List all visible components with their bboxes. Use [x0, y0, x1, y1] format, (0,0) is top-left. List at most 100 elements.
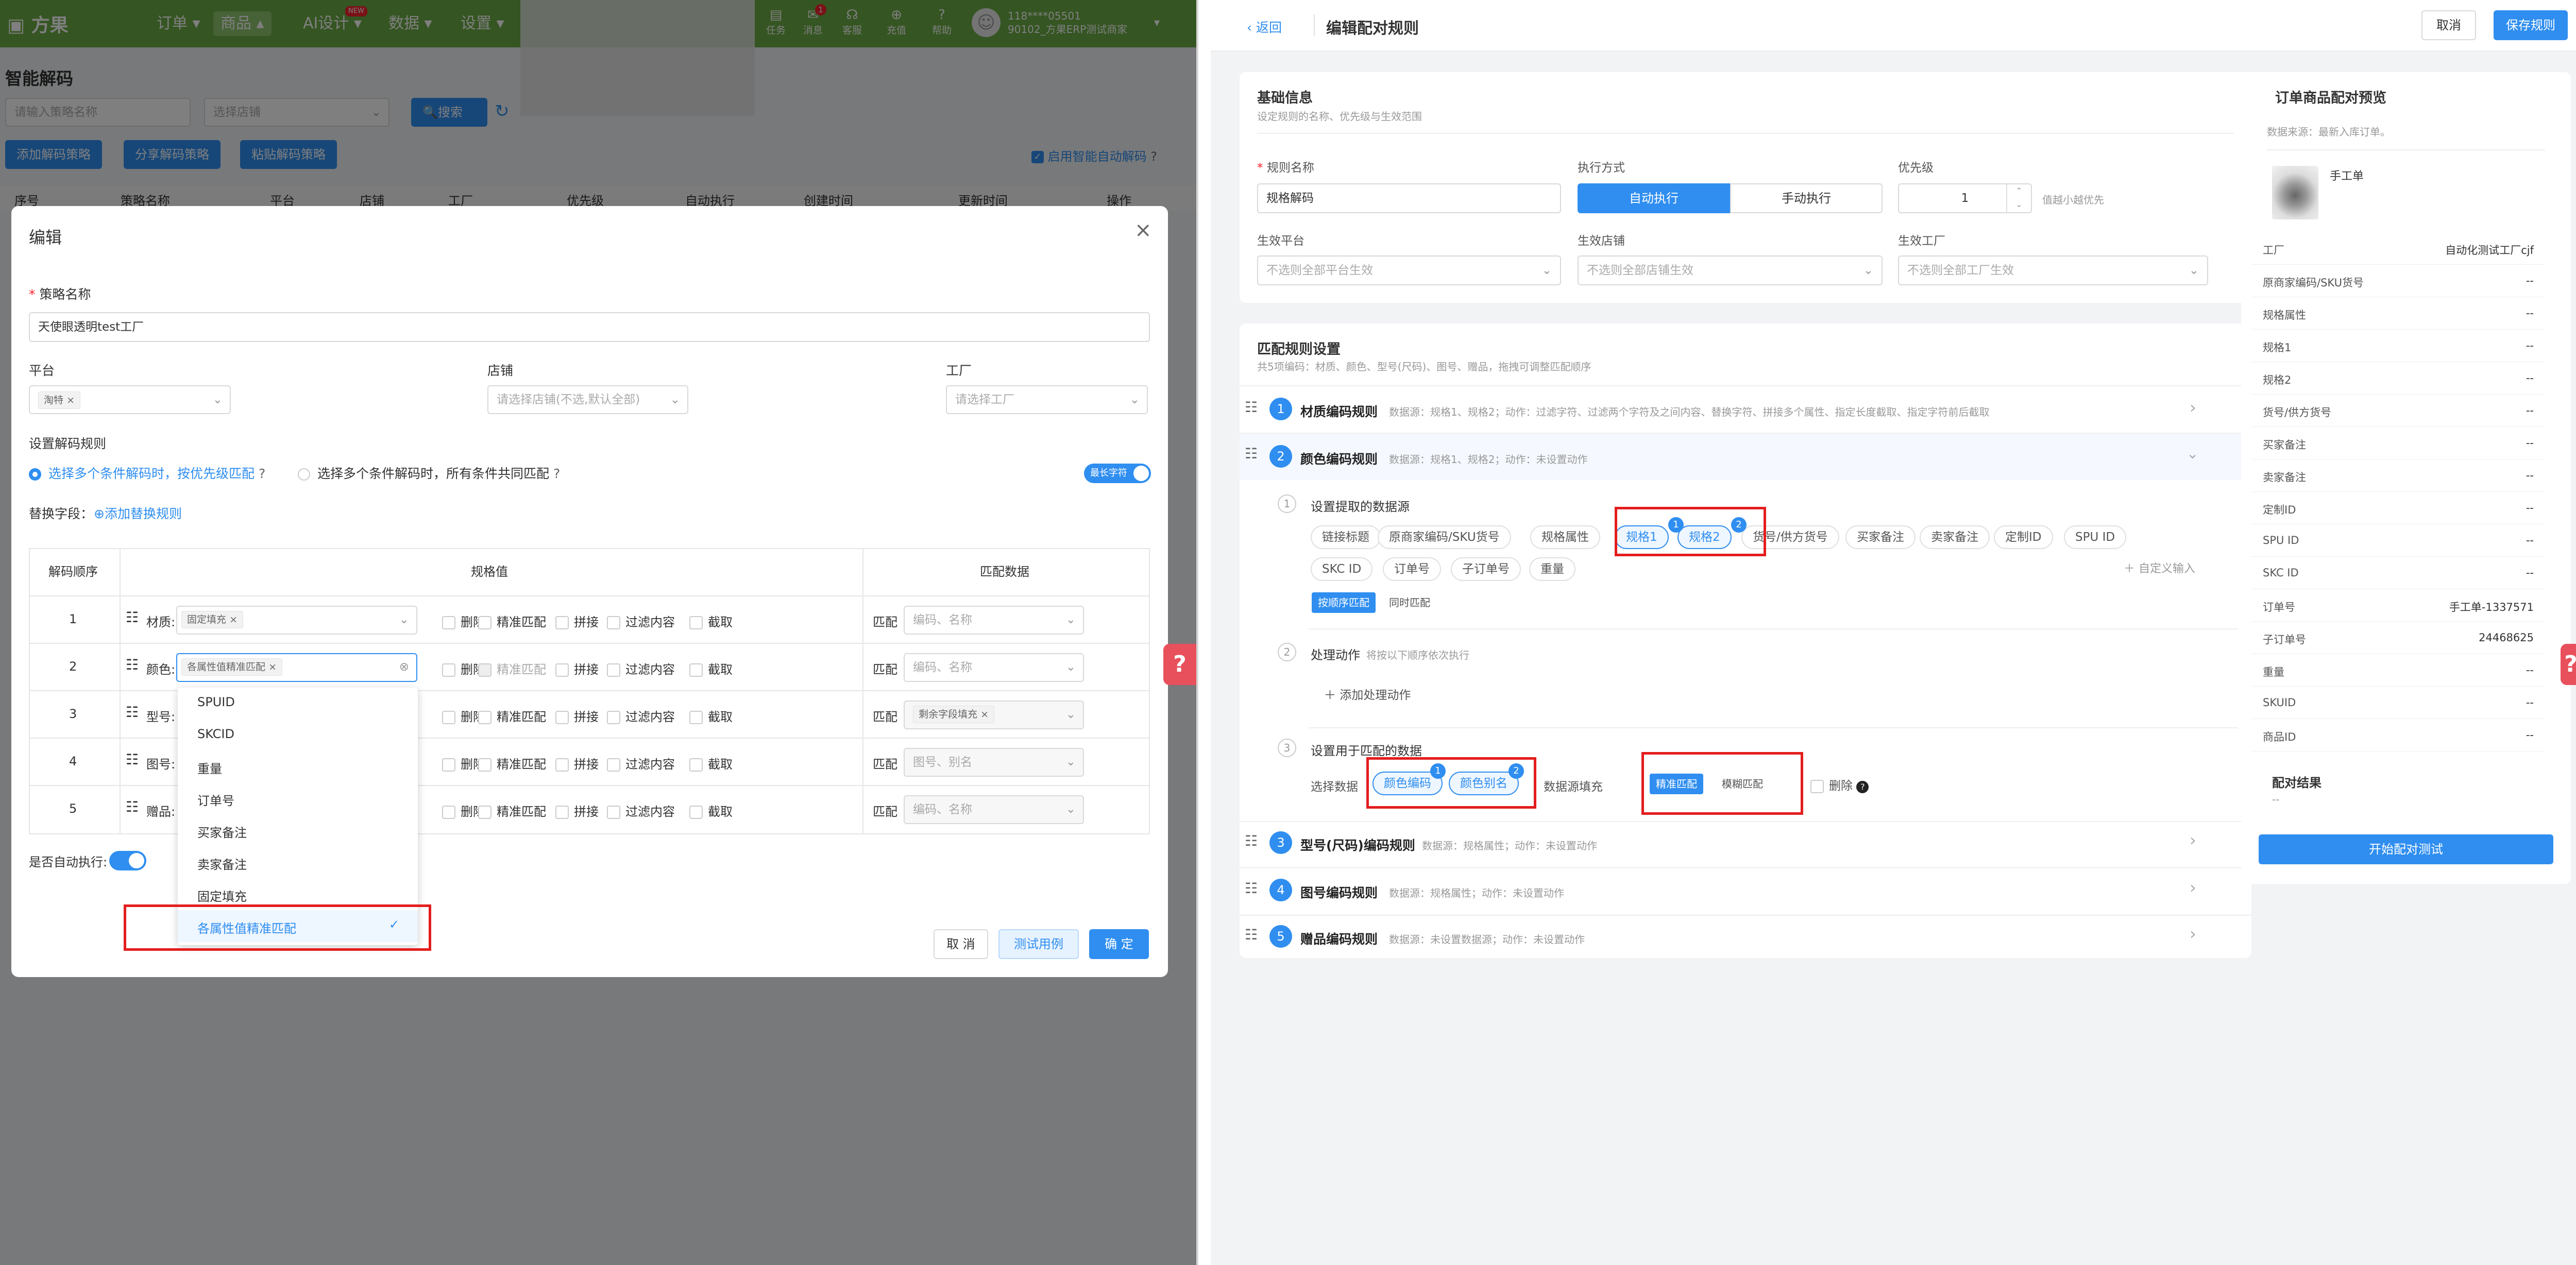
chevron-up-icon[interactable]: ⌄	[2187, 445, 2198, 462]
back-link[interactable]: ‹ 返回	[1247, 18, 1282, 36]
tag-close-icon[interactable]: ×	[980, 709, 989, 720]
match-select[interactable]: 剩余字段填充 × ⌄	[904, 700, 1084, 729]
fill-type-select[interactable]: 固定填充 × ⌄	[176, 606, 417, 635]
fill-type-select[interactable]: 各属性值精准匹配 × ⊗	[176, 653, 417, 682]
opt-checkbox[interactable]: 精准匹配	[478, 801, 546, 819]
auto-exec-toggle[interactable]	[109, 851, 146, 870]
opt-checkbox[interactable]: 拼接	[555, 612, 599, 630]
shop-select[interactable]: 不选则全部店铺生效 ⌄	[1578, 255, 1883, 285]
source-chip[interactable]: 订单号	[1383, 557, 1441, 581]
stepper-arrows-icon[interactable]: ⌃ ⌄	[2006, 184, 2031, 212]
chevron-right-icon[interactable]: ›	[2190, 924, 2196, 944]
drag-handle-icon[interactable]: ☷	[126, 704, 139, 721]
right-cancel-button[interactable]: 取消	[2421, 10, 2476, 40]
dropdown-option[interactable]: SKCID	[197, 727, 234, 741]
modal-shop-select[interactable]: 请选择店铺(不选,默认全部) ⌄	[487, 385, 688, 414]
exec-manual-button[interactable]: 手动执行	[1730, 183, 1883, 213]
source-chip[interactable]: SPU ID	[2064, 525, 2127, 549]
start-test-button[interactable]: 开始配对测试	[2259, 834, 2553, 864]
dropdown-option[interactable]: 重量	[197, 759, 222, 777]
radio-all-match[interactable]: 选择多个条件解码时，所有条件共同匹配 ?	[298, 464, 560, 482]
drag-handle-icon[interactable]: ☷	[126, 751, 139, 768]
delete-checkbox[interactable]: 删除 ?	[1810, 776, 1869, 793]
opt-checkbox[interactable]: 拼接	[555, 707, 599, 725]
opt-checkbox[interactable]: 截取	[689, 659, 733, 677]
match-select[interactable]: 编码、名称 ⌄	[904, 653, 1084, 682]
rule-title[interactable]: 图号编码规则	[1300, 883, 1378, 901]
tag-close-icon[interactable]: ×	[268, 661, 277, 673]
opt-checkbox[interactable]: 拼接	[555, 754, 599, 772]
chevron-right-icon[interactable]: ›	[2190, 878, 2196, 897]
opt-checkbox[interactable]: 过滤内容	[607, 801, 675, 819]
platform-select[interactable]: 淘特 × ⌄	[29, 385, 231, 414]
match-select[interactable]: 编码、名称 ⌄	[904, 606, 1084, 635]
opt-checkbox[interactable]: 截取	[689, 801, 733, 819]
platform-select[interactable]: 不选则全部平台生效 ⌄	[1257, 255, 1561, 285]
opt-checkbox[interactable]: 截取	[689, 707, 733, 725]
opt-checkbox[interactable]: 拼接	[555, 659, 599, 677]
save-rule-button[interactable]: 保存规则	[2494, 10, 2568, 40]
match-select[interactable]: 图号、别名 ⌄	[904, 748, 1084, 777]
source-chip[interactable]: 卖家备注	[1920, 525, 1990, 549]
add-replace-link[interactable]: ⊕添加替换规则	[94, 504, 182, 522]
opt-checkbox[interactable]: 精准匹配	[478, 754, 546, 772]
chevron-right-icon[interactable]: ›	[2190, 830, 2196, 850]
source-chip[interactable]: 定制ID	[1994, 525, 2053, 549]
source-chip[interactable]: SKC ID	[1311, 557, 1373, 581]
clear-icon[interactable]: ⊗	[399, 660, 409, 674]
modal-cancel-button[interactable]: 取 消	[934, 929, 988, 959]
help-float-icon[interactable]: ?	[1163, 644, 1196, 685]
strategy-name-input[interactable]: 天使眼透明test工厂	[29, 312, 1150, 342]
radio-priority-match[interactable]: 选择多个条件解码时，按优先级匹配 ?	[29, 464, 265, 482]
tag-close-icon[interactable]: ×	[66, 395, 75, 406]
factory-select[interactable]: 请选择工厂 ⌄	[946, 385, 1148, 414]
rule-title[interactable]: 型号(尺码)编码规则	[1300, 835, 1415, 854]
opt-checkbox[interactable]: 精准匹配	[478, 612, 546, 630]
dropdown-option[interactable]: 卖家备注	[197, 854, 247, 873]
test-case-button[interactable]: 测试用例	[998, 929, 1079, 959]
dropdown-option[interactable]: SPUID	[197, 695, 235, 709]
source-chip[interactable]: 原商家编码/SKU货号	[1378, 525, 1511, 549]
opt-checkbox[interactable]: 过滤内容	[607, 612, 675, 630]
rule-title[interactable]: 材质编码规则	[1300, 402, 1378, 420]
drag-handle-icon[interactable]: ☷	[1245, 880, 1258, 897]
drag-handle-icon[interactable]: ☷	[1245, 445, 1258, 462]
longest-char-toggle[interactable]: 最长字符	[1084, 464, 1151, 483]
opt-checkbox[interactable]: 过滤内容	[607, 659, 675, 677]
drag-handle-icon[interactable]: ☷	[126, 798, 139, 815]
drag-handle-icon[interactable]: ☷	[126, 609, 139, 626]
source-chip[interactable]: 子订单号	[1451, 557, 1521, 581]
add-custom-input[interactable]: ＋ 自定义输入	[2124, 559, 2195, 576]
opt-checkbox[interactable]: 拼接	[555, 801, 599, 819]
opt-checkbox[interactable]: 过滤内容	[607, 707, 675, 725]
drag-handle-icon[interactable]: ☷	[126, 656, 139, 673]
tag-close-icon[interactable]: ×	[229, 614, 238, 625]
factory-select[interactable]: 不选则全部工厂生效 ⌄	[1898, 255, 2208, 285]
dropdown-option[interactable]: 固定填充	[197, 886, 247, 904]
rule-title[interactable]: 赠品编码规则	[1300, 929, 1378, 948]
same-match-button[interactable]: 同时匹配	[1383, 592, 1436, 613]
source-chip[interactable]: 链接标题	[1311, 525, 1381, 549]
exec-auto-button[interactable]: 自动执行	[1578, 183, 1730, 213]
dropdown-option[interactable]: 买家备注	[197, 823, 247, 841]
source-chip[interactable]: 规格属性	[1530, 525, 1600, 549]
help-float-icon[interactable]: ?	[2561, 644, 2576, 685]
opt-checkbox[interactable]: 截取	[689, 754, 733, 772]
source-chip[interactable]: 买家备注	[1845, 525, 1916, 549]
source-chip[interactable]: 重量	[1529, 557, 1575, 581]
opt-checkbox[interactable]: 精准匹配	[478, 659, 546, 677]
rule-name-input[interactable]: 规格解码	[1257, 183, 1561, 213]
close-icon[interactable]: ×	[1134, 218, 1152, 242]
opt-checkbox[interactable]: 截取	[689, 612, 733, 630]
dropdown-option[interactable]: 订单号	[197, 791, 234, 809]
modal-ok-button[interactable]: 确 定	[1089, 929, 1149, 959]
seq-match-button[interactable]: 按顺序匹配	[1312, 592, 1376, 613]
chevron-down-icon[interactable]: ⌄	[399, 613, 409, 626]
rule-title[interactable]: 颜色编码规则	[1300, 449, 1378, 468]
drag-handle-icon[interactable]: ☷	[1245, 832, 1258, 849]
drag-handle-icon[interactable]: ☷	[1245, 926, 1258, 943]
add-action-button[interactable]: ＋ 添加处理动作	[1324, 685, 1411, 703]
chevron-right-icon[interactable]: ›	[2190, 398, 2196, 417]
match-select[interactable]: 编码、名称 ⌄	[904, 795, 1084, 824]
opt-checkbox[interactable]: 过滤内容	[607, 754, 675, 772]
